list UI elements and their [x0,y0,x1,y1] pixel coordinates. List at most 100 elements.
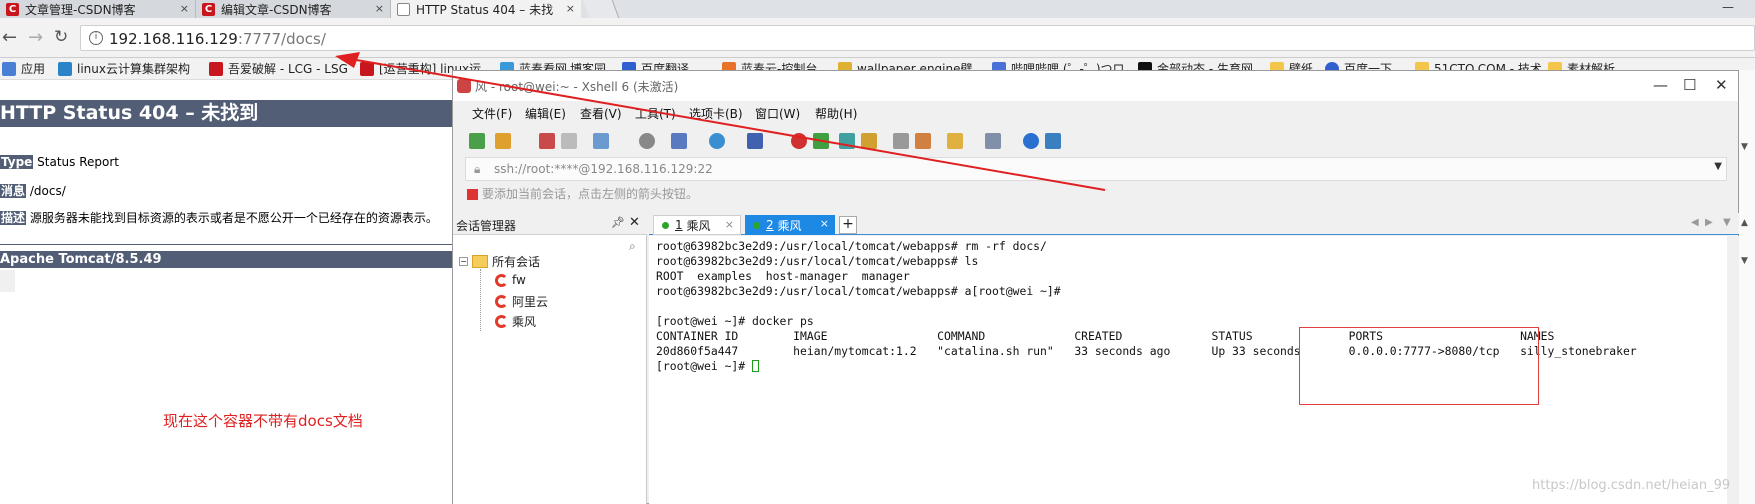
edge-scrollbar[interactable]: ▼ ▲ ▼ [1739,70,1755,504]
bookmark-apps[interactable]: 应用 [2,60,45,77]
tab-label: 编辑文章-CSDN博客 [221,2,332,17]
url-text[interactable]: 192.168.116.129:7777/docs/ [109,30,326,48]
terminal-line: root@63982bc3e2d9:/usr/local/tomcat/weba… [656,284,1061,298]
bookmark-item[interactable]: 吾爱破解 - LCG - LSG [209,60,348,77]
minimize-icon[interactable]: — [1653,76,1668,94]
cursor [752,360,760,372]
session-tab-1[interactable]: 1 乘风 × [653,215,741,235]
tab-next-icon[interactable]: ▶ [1705,217,1713,228]
close-icon[interactable]: ✕ [1715,76,1728,94]
close-icon[interactable]: × [566,2,575,15]
annotation-note: 现在这个容器不带有docs文档 [163,412,363,430]
reload-icon[interactable]: ↻ [54,27,68,47]
session-icon [495,295,508,308]
menu-tools[interactable]: 工具(T) [635,105,676,122]
forward-arrow-icon[interactable]: → [28,27,43,48]
divider [0,244,455,245]
close-icon[interactable]: × [820,217,829,230]
highlight-icon[interactable] [915,133,931,149]
chevron-down-icon[interactable]: ▼ [1714,161,1722,172]
browser-tab-article-manage[interactable]: C 文章管理-CSDN博客 × [0,0,196,18]
blank-box [0,270,15,292]
connect-icon[interactable] [539,133,555,149]
pin-icon[interactable]: 📌︎ [611,216,625,229]
fullscreen-icon[interactable] [839,133,855,149]
session-hint: 要添加当前会话，点击左侧的箭头按钮。 [467,185,698,202]
ssh-address[interactable]: ssh://root:****@192.168.116.129:22 [494,162,713,176]
site-icon [209,61,223,76]
xshell-titlebar: 风 - root@wei:~ - Xshell 6 (未激活) — ☐ ✕ [453,71,1738,101]
menu-view[interactable]: 查看(V) [580,105,622,122]
terminal-line: root@63982bc3e2d9:/usr/local/tomcat/weba… [656,254,979,268]
terminal-output[interactable]: root@63982bc3e2d9:/usr/local/tomcat/weba… [649,236,1727,504]
transfer-icon[interactable] [671,133,687,149]
description-value: 源服务器未能找到目标资源的表示或者是不愿公开一个已经存在的资源表示。 [29,211,438,225]
document-icon [397,2,410,16]
lock-icon[interactable] [861,133,877,149]
session-aliyun[interactable]: 阿里云 [495,293,548,310]
close-icon[interactable]: × [375,2,384,15]
add-tab-button[interactable]: + [839,216,857,234]
tab-label: 文章管理-CSDN博客 [25,2,136,17]
connected-icon [662,221,669,229]
new-session-icon[interactable] [469,133,485,149]
session-tab-2[interactable]: 2 乘风 × [745,215,835,235]
xmanager-icon[interactable] [813,133,829,149]
bookmark-item[interactable]: linux云计算集群架构 [58,60,190,77]
maximize-icon[interactable]: ☐ [1683,76,1696,94]
browser-tab-edit-article[interactable]: C 编辑文章-CSDN博客 × [196,0,391,18]
browser-tab-404[interactable]: HTTP Status 404 – 未找 × [391,0,581,18]
message-line: 消息 /docs/ [0,182,66,199]
search-icon[interactable]: ⌕ [629,239,636,254]
open-folder-icon[interactable] [495,133,511,149]
search-icon[interactable] [639,133,655,149]
session-fw[interactable]: fw [495,273,526,287]
menu-bar: 文件(F) 编辑(E) 查看(V) 工具(T) 选项卡(B) 窗口(W) 帮助(… [453,101,1738,125]
xshell-app-icon [457,79,471,93]
close-icon[interactable]: × [180,2,189,15]
session-manager-panel: 会话管理器 📌︎ ✕ ⌕ − 所有会话 fw 阿里云 乘风 [453,213,647,504]
back-arrow-icon[interactable]: ← [2,27,17,48]
tree-guide [480,269,481,331]
tab-label: HTTP Status 404 – 未找 [416,2,554,17]
session-address-bar[interactable]: 🔒︎ ssh://root:****@192.168.116.129:22 ▼ [465,157,1727,181]
add-session-icon[interactable] [947,133,963,149]
minimize-button[interactable]: — [1722,0,1734,14]
menu-file[interactable]: 文件(F) [472,105,512,122]
tree-all-sessions[interactable]: − 所有会话 [459,253,540,270]
address-bar[interactable]: i 192.168.116.129:7777/docs/ [80,25,1755,51]
terminal-scrollbar[interactable] [1727,236,1739,504]
properties-icon[interactable] [593,133,609,149]
tab-list-icon[interactable]: ▼ [1723,217,1731,228]
disconnect-icon[interactable] [561,133,577,149]
help-icon[interactable] [1023,133,1039,149]
tab-prev-icon[interactable]: ◀ [1691,217,1699,228]
close-icon[interactable]: × [725,218,734,231]
info-icon[interactable]: i [89,31,103,45]
session-icon [495,315,508,328]
bookmark-arrow-icon[interactable] [467,189,478,200]
new-tab-button[interactable] [582,0,620,18]
menu-edit[interactable]: 编辑(E) [525,105,566,122]
terminal-prompt: [root@wei ~]# [656,359,760,373]
highlight-box [1299,327,1539,405]
message-label: 消息 [0,184,27,198]
menu-window[interactable]: 窗口(W) [755,105,800,122]
csdn-icon: C [6,2,19,16]
menu-tabs[interactable]: 选项卡(B) [689,105,743,122]
server-footer: Apache Tomcat/8.5.49 [0,251,455,268]
folder-icon [472,255,488,268]
close-icon[interactable]: ✕ [629,215,640,230]
xftp-icon[interactable] [791,133,807,149]
session-chengfeng[interactable]: 乘风 [495,313,536,330]
globe-icon[interactable] [709,133,725,149]
apps-grid-icon [2,61,16,76]
keyboard-icon[interactable] [893,133,909,149]
font-icon[interactable] [747,133,763,149]
collapse-icon[interactable]: − [459,257,468,266]
chat-icon[interactable] [1045,133,1061,149]
terminal-line: ROOT examples host-manager manager [656,269,910,283]
menu-help[interactable]: 帮助(H) [815,105,857,122]
type-line: Type Status Report [0,155,119,169]
layout-icon[interactable] [985,133,1001,149]
